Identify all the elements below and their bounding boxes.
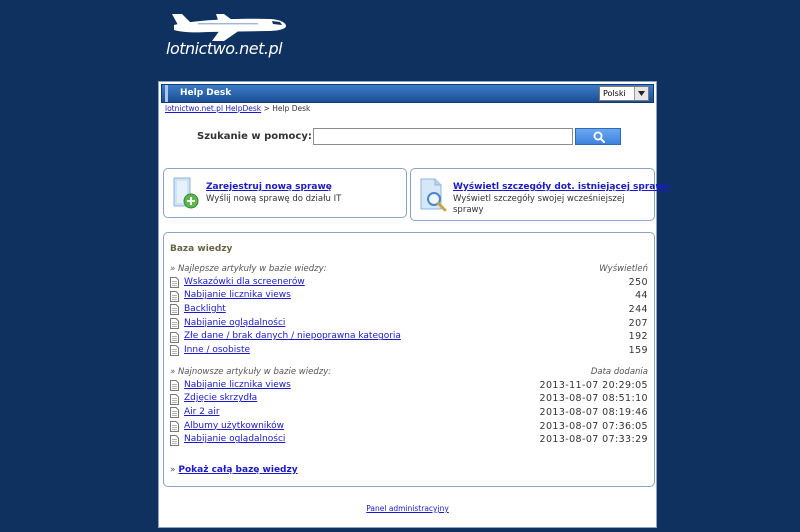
article-link[interactable]: Inne / osobiste (184, 345, 250, 355)
list-item: Albumy użytkowników 2013-08-07 07:36:05 (170, 420, 648, 434)
document-icon (170, 290, 179, 302)
breadcrumb-separator: > (261, 104, 273, 113)
document-icon (170, 393, 179, 405)
article-link[interactable]: Nabijanie licznika views (184, 380, 291, 390)
document-icon (170, 304, 179, 316)
view-ticket-link[interactable]: Wyświetl szczegóły dot. istniejącej spra… (453, 182, 670, 192)
article-views: 244 (628, 303, 648, 315)
newest-articles-heading: » Najnowsze artykuły w bazie wiedzy: (170, 367, 332, 377)
article-link[interactable]: Albumy użytkowników (184, 421, 284, 431)
document-icon (170, 331, 179, 343)
knowledge-base-box: Baza wiedzy » Najlepsze artykuły w bazie… (163, 232, 655, 487)
list-item: Wskazówki dla screenerów 250 (170, 276, 648, 290)
list-item: Nabijanie oglądalności 207 (170, 317, 648, 331)
page-title: Help Desk (180, 88, 232, 98)
article-link[interactable]: Wskazówki dla screenerów (184, 277, 305, 287)
article-link[interactable]: Air 2 air (184, 407, 220, 417)
document-icon (170, 407, 179, 419)
magnifier-icon (593, 131, 605, 143)
helpdesk-panel: Help Desk Polski lotnictwo.net.pl HelpDe… (158, 81, 670, 528)
breadcrumb-home-link[interactable]: lotnictwo.net.pl HelpDesk (165, 104, 261, 113)
search-input[interactable] (313, 128, 573, 145)
show-all-row: » Pokaż całą bazę wiedzy (170, 465, 298, 475)
list-item: Nabijanie licznika views 44 (170, 290, 648, 304)
list-item: Backlight 244 (170, 303, 648, 317)
breadcrumb-current: Help Desk (272, 104, 311, 113)
airplane-icon (172, 14, 286, 41)
list-item: Air 2 air 2013-08-07 08:19:46 (170, 406, 648, 420)
list-item: Nabijanie oglądalności 2013-08-07 07:33:… (170, 434, 648, 448)
top-articles-column-header: Wyświetleń (599, 264, 648, 274)
newest-articles-column-header: Data dodania (590, 367, 648, 377)
article-link[interactable]: Złe dane / brak danych / niepoprawna kat… (184, 331, 401, 341)
list-item: Zdjęcie skrzydła 2013-08-07 08:51:10 (170, 393, 648, 407)
knowledge-base-title: Baza wiedzy (170, 244, 233, 254)
article-views: 192 (628, 331, 648, 343)
view-ticket-box[interactable]: Wyświetl szczegóły dot. istniejącej spra… (410, 168, 670, 221)
new-ticket-link[interactable]: Zarejestruj nową sprawę (206, 182, 332, 192)
language-select[interactable]: Polski (599, 86, 649, 101)
breadcrumb: lotnictwo.net.pl HelpDesk > Help Desk (165, 104, 310, 113)
article-views: 44 (635, 290, 648, 302)
show-all-link[interactable]: Pokaż całą bazę wiedzy (178, 465, 297, 475)
article-date: 2013-11-07 20:29:05 (539, 379, 648, 391)
article-link[interactable]: Backlight (184, 304, 226, 314)
view-ticket-description: Wyświetl szczegóły swojej wcześniejszej … (453, 194, 625, 215)
dropdown-arrow-icon (638, 91, 645, 96)
language-dropdown-button[interactable] (634, 87, 648, 100)
newest-articles-list: Nabijanie licznika views 2013-11-07 20:2… (170, 379, 648, 447)
article-date: 2013-08-07 07:33:29 (539, 434, 648, 446)
document-icon (170, 277, 179, 288)
list-item: Złe dane / brak danych / niepoprawna kat… (170, 331, 648, 345)
language-selected-value: Polski (603, 89, 626, 98)
new-ticket-description: Wyślij nową sprawę do działu IT (206, 194, 342, 204)
document-icon (170, 345, 179, 357)
article-date: 2013-08-07 07:36:05 (539, 420, 648, 432)
top-articles-list: Wskazówki dla screenerów 250 Nabijanie l… (170, 276, 648, 358)
logo-text: lotnictwo.net.pl (166, 39, 283, 58)
top-articles-heading: » Najlepsze artykuły w bazie wiedzy: (170, 264, 327, 274)
search-button[interactable] (575, 128, 621, 145)
article-views: 250 (628, 276, 648, 288)
search-document-icon (420, 178, 447, 212)
show-all-prefix: » (170, 465, 176, 475)
article-link[interactable]: Zdjęcie skrzydła (184, 393, 257, 403)
site-logo[interactable]: lotnictwo.net.pl (166, 12, 291, 62)
article-views: 207 (628, 317, 648, 329)
document-icon (170, 318, 179, 330)
footer: Panel administracyjny (159, 504, 656, 513)
article-views: 159 (628, 344, 648, 356)
title-bar-accent (165, 85, 168, 102)
title-bar: Help Desk Polski (161, 84, 654, 103)
admin-panel-link[interactable]: Panel administracyjny (366, 504, 449, 513)
document-icon (170, 380, 179, 391)
article-link[interactable]: Nabijanie oglądalności (184, 434, 285, 444)
new-document-icon (173, 177, 199, 209)
search-label: Szukanie w pomocy: (197, 131, 312, 142)
new-ticket-box[interactable]: Zarejestruj nową sprawę Wyślij nową spra… (163, 168, 407, 218)
article-date: 2013-08-07 08:51:10 (539, 393, 648, 405)
list-item: Nabijanie licznika views 2013-11-07 20:2… (170, 379, 648, 393)
list-item: Inne / osobiste 159 (170, 344, 648, 358)
document-icon (170, 421, 179, 433)
document-icon (170, 434, 179, 446)
article-date: 2013-08-07 08:19:46 (539, 406, 648, 418)
article-link[interactable]: Nabijanie licznika views (184, 290, 291, 300)
article-link[interactable]: Nabijanie oglądalności (184, 318, 285, 328)
